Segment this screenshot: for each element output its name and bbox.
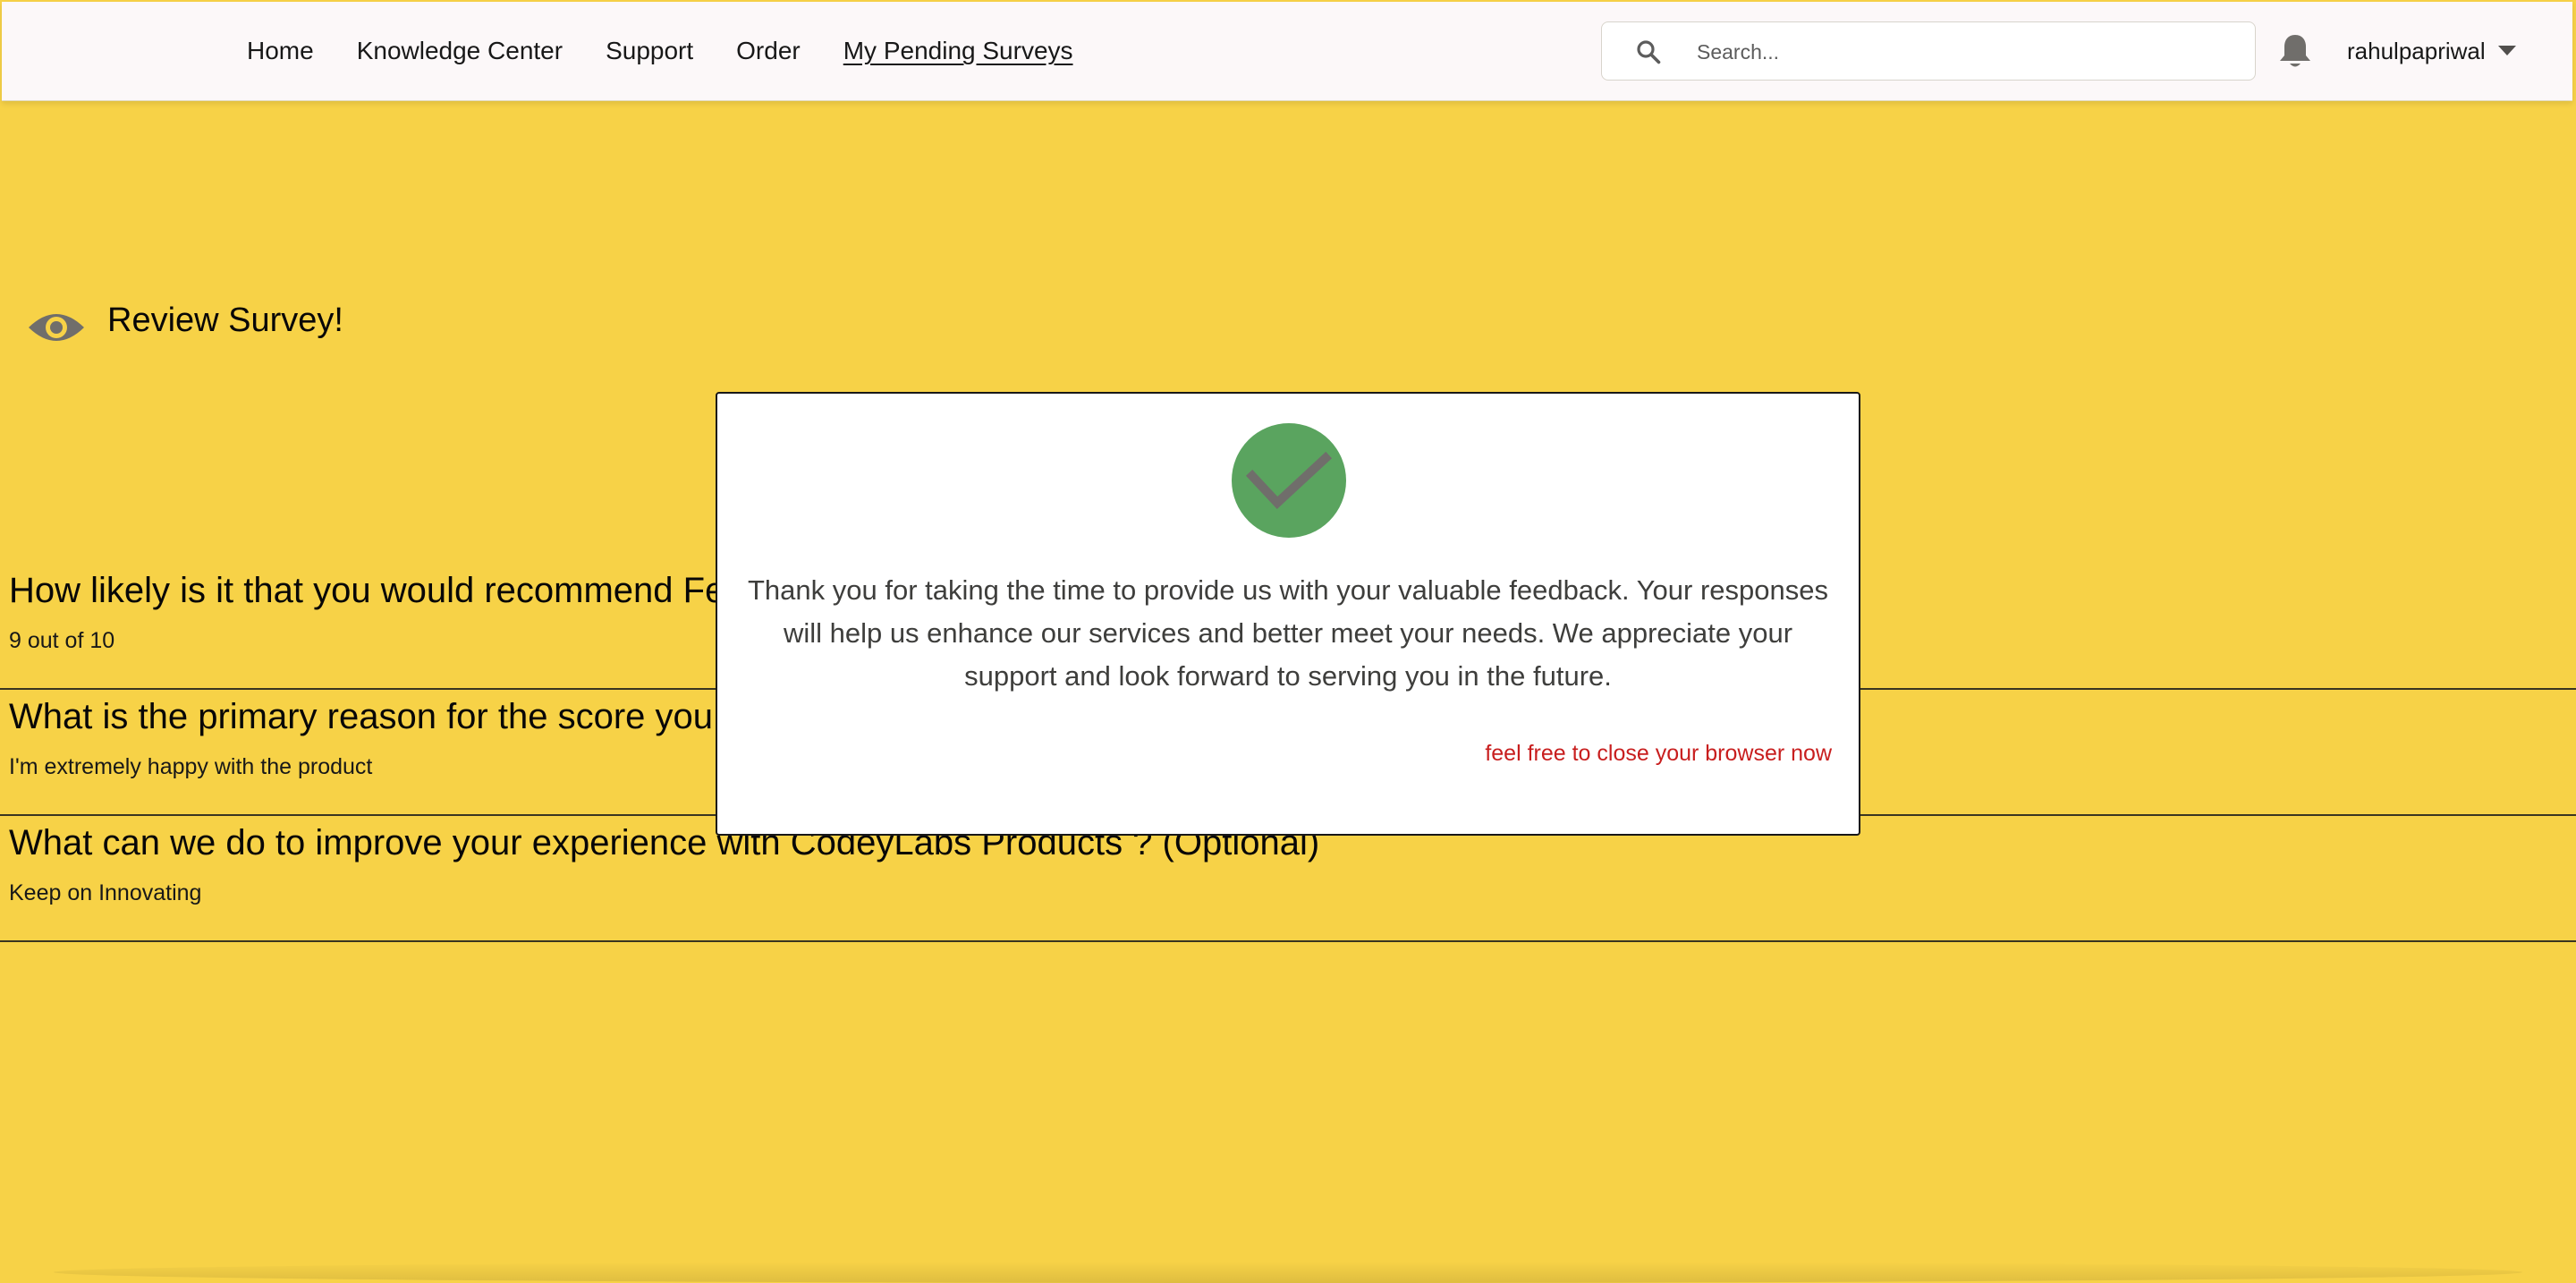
thank-you-message: Thank you for taking the time to provide… xyxy=(748,574,1828,692)
top-navigation-bar: Home Knowledge Center Support Order My P… xyxy=(2,2,2572,101)
nav-item-my-pending-surveys[interactable]: My Pending Surveys xyxy=(843,37,1073,65)
question-text: What is the primary reason for the score… xyxy=(9,697,763,736)
eye-icon xyxy=(29,314,84,341)
question-text: How likely is it that you would recommen… xyxy=(9,571,765,610)
user-menu[interactable]: rahulpapriwal xyxy=(2347,2,2516,100)
nav-item-order[interactable]: Order xyxy=(736,37,801,65)
nav-item-support[interactable]: Support xyxy=(606,37,693,65)
close-browser-note: feel free to close your browser now xyxy=(1485,741,1832,766)
answer-text: I'm extremely happy with the product xyxy=(9,754,373,779)
page-title: Review Survey! xyxy=(107,301,343,339)
search-input[interactable] xyxy=(1695,31,2235,72)
nav-item-home[interactable]: Home xyxy=(247,37,314,65)
footer-shadow xyxy=(54,1262,2522,1283)
check-circle-icon xyxy=(1232,423,1346,538)
bell-icon[interactable] xyxy=(2277,32,2313,70)
thank-you-dialog: Thank you for taking the time to provide… xyxy=(716,392,1860,836)
chevron-down-icon xyxy=(2497,46,2516,55)
search-icon xyxy=(1637,40,1661,64)
answer-text: Keep on Innovating xyxy=(9,880,202,905)
answer-text: 9 out of 10 xyxy=(9,628,115,653)
user-name: rahulpapriwal xyxy=(2347,37,2486,64)
review-header: Review Survey! xyxy=(27,302,343,349)
search-box[interactable] xyxy=(1601,21,2256,81)
nav-item-knowledge-center[interactable]: Knowledge Center xyxy=(357,37,563,65)
main-nav: Home Knowledge Center Support Order My P… xyxy=(247,2,1116,100)
